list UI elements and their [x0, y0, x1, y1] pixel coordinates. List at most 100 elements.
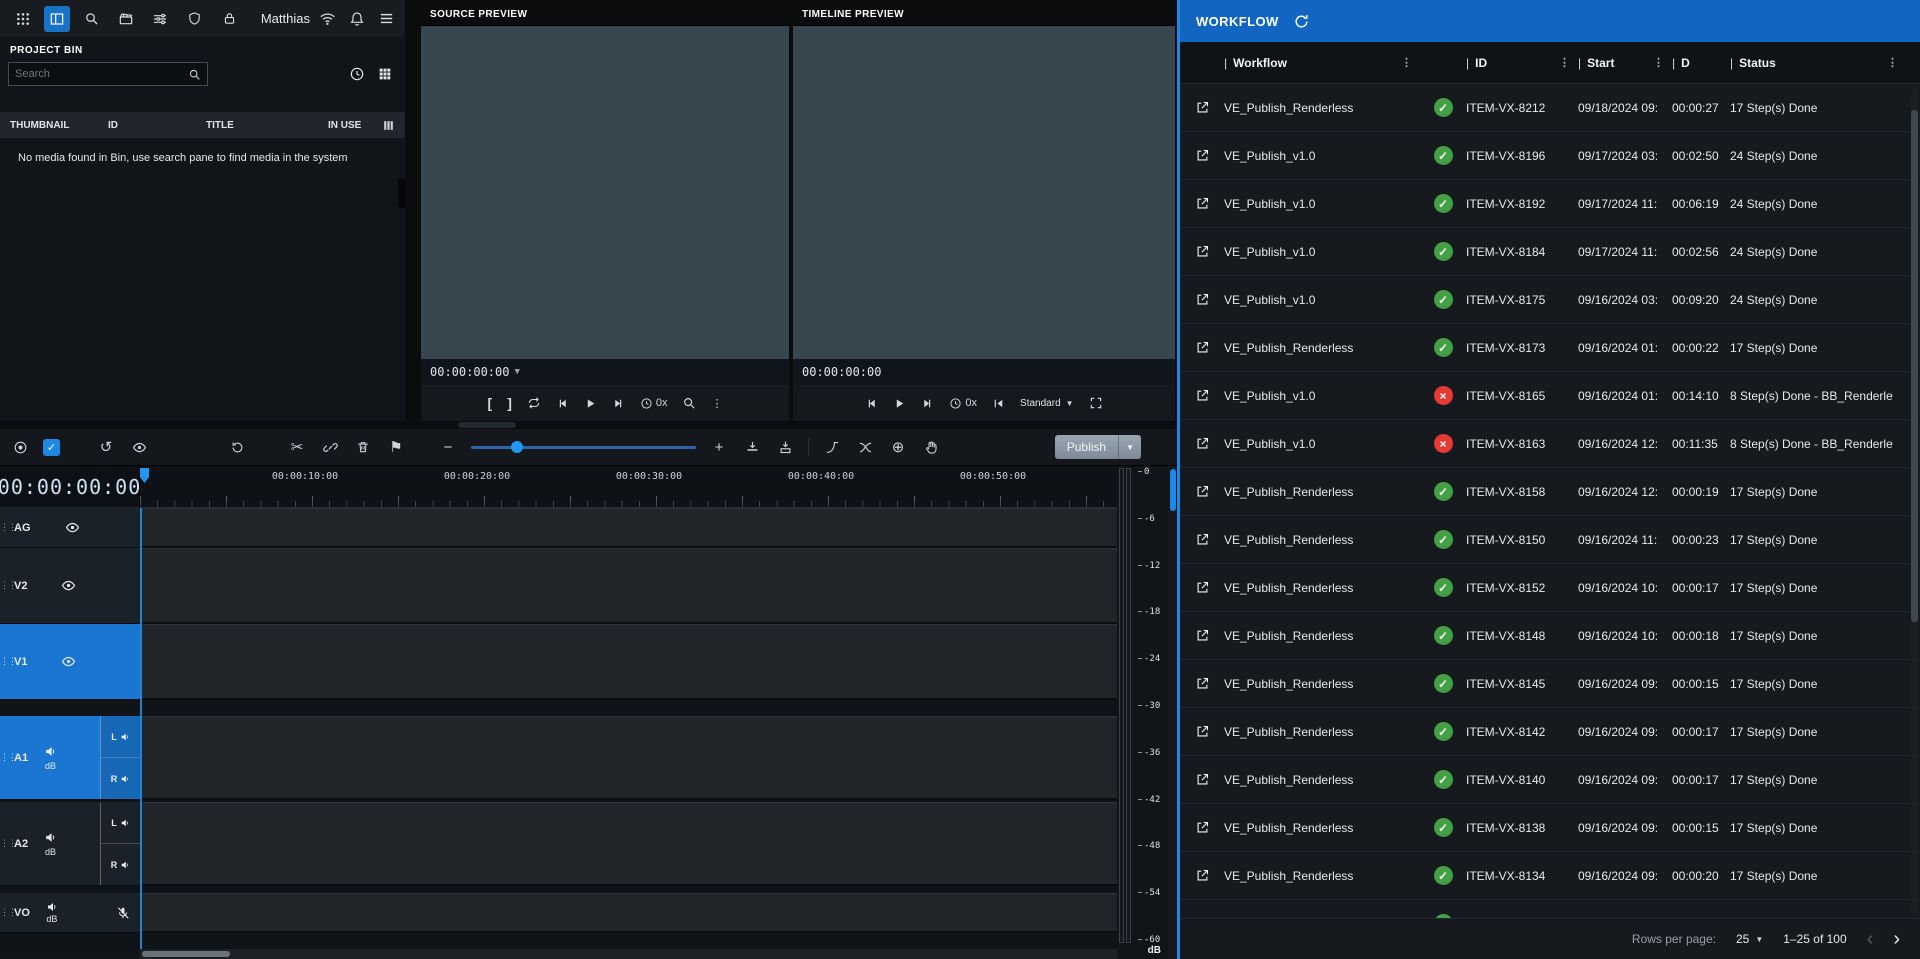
speaker-icon[interactable] [46, 901, 58, 913]
track-v1[interactable]: ⋮⋮ V1 [0, 624, 1117, 700]
divider-handle[interactable] [458, 422, 516, 428]
quality-select[interactable]: Standard ▼ [1020, 398, 1074, 409]
mark-in-icon[interactable]: [ [488, 395, 493, 411]
db-label[interactable]: dB [45, 847, 56, 857]
track-header[interactable]: ⋮⋮ VO dB [0, 893, 140, 933]
bin-search-input[interactable] [15, 68, 188, 80]
column-start[interactable]: |Start⋮ [1578, 56, 1672, 70]
select-tool-checkbox[interactable]: ✓ [43, 439, 60, 456]
track-header[interactable]: ⋮⋮ AG [0, 508, 140, 548]
open-in-new-icon[interactable] [1195, 100, 1210, 115]
overwrite-clip-icon[interactable] [775, 437, 795, 457]
zoom-icon[interactable] [682, 396, 696, 410]
open-in-new-icon[interactable] [1195, 532, 1210, 547]
link-icon[interactable] [320, 437, 340, 457]
track-a2[interactable]: ⋮⋮ A2 dB L [0, 802, 1117, 886]
workflow-row[interactable]: VE_Publish_v1.0×ITEM-VX-816309/16/2024 1… [1180, 420, 1920, 468]
open-in-new-icon[interactable] [1195, 292, 1210, 307]
media-clapper-icon[interactable] [113, 6, 138, 32]
publish-dropdown-icon[interactable]: ▼ [1118, 435, 1141, 459]
workflow-row[interactable]: VE_Publish_v1.0✓ITEM-VX-818409/17/2024 1… [1180, 228, 1920, 276]
source-timecode[interactable]: 00:00:00:00 [430, 365, 509, 379]
lock-icon[interactable] [216, 6, 241, 32]
visibility-eye-icon[interactable] [65, 520, 80, 535]
track-header[interactable]: ⋮⋮ A2 dB L [0, 802, 140, 886]
workflow-row[interactable]: VE_Publish_Renderless✓ITEM-VX-821209/18/… [1180, 84, 1920, 132]
track-lane[interactable] [140, 548, 1117, 624]
search-icon[interactable] [188, 68, 201, 81]
delete-trash-icon[interactable] [353, 437, 373, 457]
panel-collapse-handle[interactable] [398, 178, 405, 208]
wifi-icon[interactable] [319, 10, 336, 27]
search-icon[interactable] [79, 6, 104, 32]
timeline-preview-video[interactable] [793, 26, 1175, 359]
channel-right[interactable]: R [101, 757, 140, 799]
playhead-line[interactable] [140, 508, 142, 949]
open-in-new-icon[interactable] [1195, 436, 1210, 451]
jump-to-start-icon[interactable] [992, 397, 1005, 410]
playback-speed-icon[interactable]: 0x [949, 397, 977, 410]
drag-handle-icon[interactable]: ⋮⋮ [0, 580, 12, 591]
track-lane[interactable] [140, 716, 1117, 800]
apps-grid-icon[interactable] [10, 6, 35, 32]
scrollbar-thumb[interactable] [142, 951, 230, 957]
menu-icon[interactable] [378, 10, 395, 27]
track-lane[interactable] [140, 508, 1117, 548]
workflow-row[interactable]: VE_Publish_v1.0✓ITEM-VX-817509/16/2024 0… [1180, 276, 1920, 324]
history-clock-icon[interactable] [349, 66, 365, 82]
channel-right[interactable]: R [101, 843, 140, 885]
open-in-new-icon[interactable] [1195, 724, 1210, 739]
track-lane[interactable] [140, 624, 1117, 700]
open-in-new-icon[interactable] [1195, 388, 1210, 403]
more-options-icon[interactable]: ⋮ [711, 397, 722, 410]
layout-columns-icon[interactable] [44, 6, 69, 32]
record-icon[interactable] [10, 437, 30, 457]
snap-icon[interactable]: ⊕ [888, 437, 908, 457]
column-duration[interactable]: |D [1672, 56, 1730, 70]
track-header[interactable]: ⋮⋮ V2 [0, 548, 140, 624]
hand-tool-icon[interactable] [921, 437, 941, 457]
mark-out-icon[interactable]: ] [507, 395, 512, 411]
track-a1[interactable]: ⋮⋮ A1 dB L [0, 716, 1117, 800]
column-settings-icon[interactable] [382, 119, 395, 132]
next-frame-icon[interactable] [612, 397, 625, 410]
db-label[interactable]: dB [45, 761, 56, 771]
notifications-bell-icon[interactable] [349, 11, 365, 27]
rows-per-page-select[interactable]: 25 ▼ [1736, 932, 1763, 946]
column-thumbnail[interactable]: THUMBNAIL [10, 120, 108, 131]
tune-sliders-icon[interactable] [148, 6, 173, 32]
track-vo[interactable]: ⋮⋮ VO dB [0, 893, 1117, 933]
channel-left[interactable]: L [101, 716, 140, 757]
timeline-zoom-slider[interactable] [471, 440, 696, 454]
workflow-row[interactable]: VE_Publish_Renderless✓ITEM-VX-814209/16/… [1180, 708, 1920, 756]
drag-handle-icon[interactable]: ⋮⋮ [0, 838, 12, 849]
insert-clip-icon[interactable] [742, 437, 762, 457]
workflow-row[interactable]: VE_Publish_Renderless✓ITEM-VX-813809/16/… [1180, 804, 1920, 852]
workflow-row[interactable]: VE_Publish_Renderless✓ITEM-VX-815009/16/… [1180, 516, 1920, 564]
channel-left[interactable]: L [101, 802, 140, 843]
workflow-row[interactable]: VE_Publish_Renderless✓ITEM-VX-814509/16/… [1180, 660, 1920, 708]
undo-icon[interactable]: ↺ [96, 437, 116, 457]
playback-speed-icon[interactable]: 0x [640, 397, 668, 410]
previous-page-icon[interactable]: ‹ [1867, 929, 1874, 949]
timeline-horizontal-scrollbar[interactable] [140, 949, 1117, 959]
marker-flag-icon[interactable]: ⚑ [386, 437, 406, 457]
timeline-ruler[interactable]: 00:00:10:00 00:00:20:00 00:00:30:00 00:0… [140, 466, 1117, 508]
workflow-row[interactable]: VE_Publish_Renderless✓ITEM-VX-817309/16/… [1180, 324, 1920, 372]
drag-handle-icon[interactable]: ⋮⋮ [0, 752, 12, 763]
workflow-row[interactable]: VE_Publish_v1.0✓ITEM-VX-819609/17/2024 0… [1180, 132, 1920, 180]
workflow-row[interactable]: ✓ [1180, 900, 1920, 918]
visibility-eye-icon[interactable] [61, 654, 76, 669]
column-id[interactable]: ID [108, 120, 206, 131]
track-lane[interactable] [140, 802, 1117, 886]
open-in-new-icon[interactable] [1195, 580, 1210, 595]
play-icon[interactable] [893, 397, 906, 410]
drag-handle-icon[interactable]: ⋮⋮ [0, 522, 12, 533]
bin-search-box[interactable] [8, 62, 208, 86]
workflow-row[interactable]: VE_Publish_Renderless✓ITEM-VX-814009/16/… [1180, 756, 1920, 804]
track-ag[interactable]: ⋮⋮ AG [0, 508, 1117, 548]
visibility-icon[interactable] [129, 437, 149, 457]
open-in-new-icon[interactable] [1195, 820, 1210, 835]
track-header[interactable]: ⋮⋮ A1 dB L [0, 716, 140, 800]
refresh-icon[interactable] [1293, 13, 1310, 30]
